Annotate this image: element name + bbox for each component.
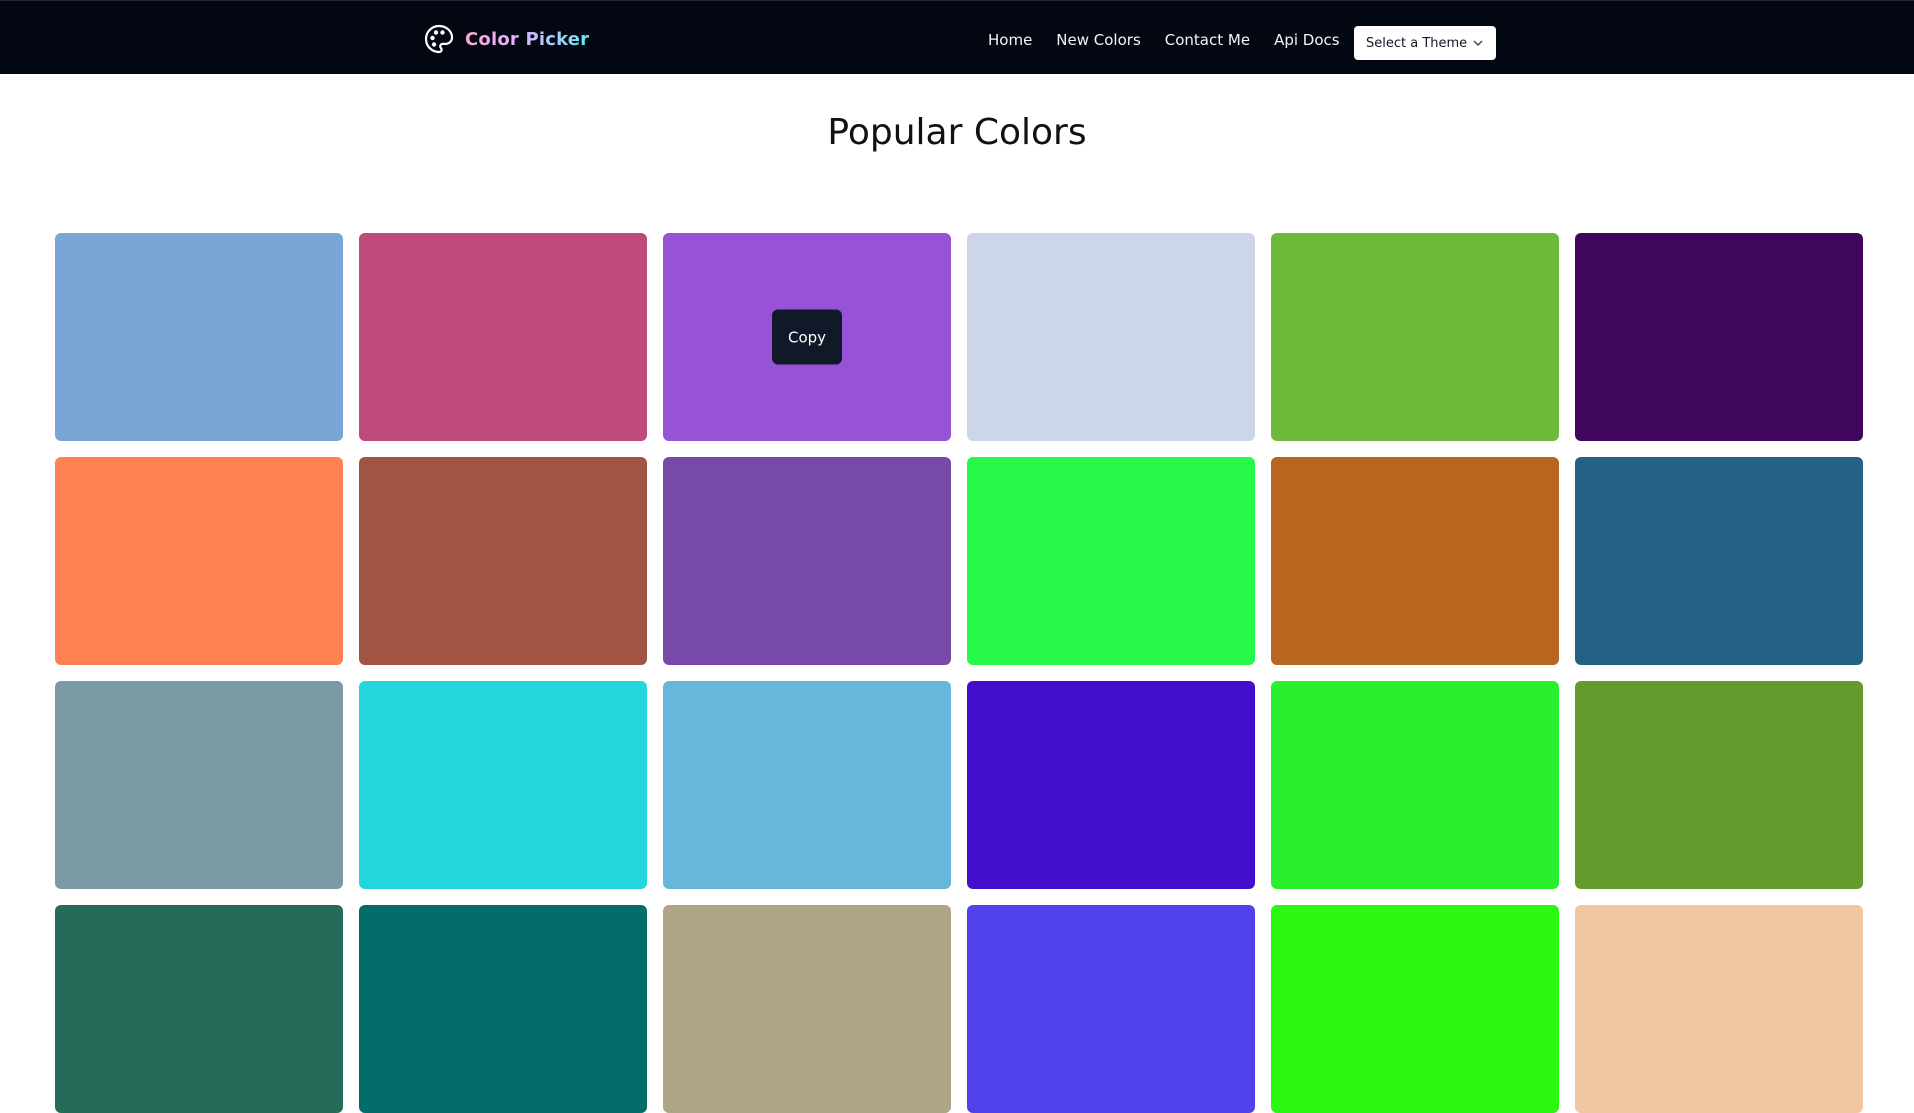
nav-links: Home New Colors Contact Me Api Docs — [988, 31, 1340, 49]
copy-button[interactable]: Copy — [772, 309, 842, 365]
color-swatch[interactable]: Copy — [1575, 457, 1863, 665]
color-swatch[interactable]: Copy — [663, 905, 951, 1113]
color-swatch[interactable]: Copy — [663, 681, 951, 889]
color-swatch[interactable]: Copy — [967, 233, 1255, 441]
color-swatch[interactable]: Copy — [663, 457, 951, 665]
color-swatch[interactable]: Copy — [1575, 681, 1863, 889]
nav-link-new-colors[interactable]: New Colors — [1056, 31, 1140, 49]
nav-link-contact-me[interactable]: Contact Me — [1165, 31, 1250, 49]
brand-name: Color Picker — [465, 28, 590, 50]
nav-link-home[interactable]: Home — [988, 31, 1032, 49]
color-swatch[interactable]: Copy — [55, 233, 343, 441]
color-swatch[interactable]: Copy — [967, 905, 1255, 1113]
color-swatch[interactable]: Copy — [359, 681, 647, 889]
palette-icon — [424, 24, 454, 54]
navbar: Color Picker Home New Colors Contact Me … — [0, 0, 1914, 74]
color-swatch[interactable]: Copy — [359, 905, 647, 1113]
theme-select[interactable]: Select a Theme — [1354, 26, 1496, 60]
color-swatch[interactable]: Copy — [1575, 233, 1863, 441]
color-swatch[interactable]: Copy — [55, 905, 343, 1113]
color-swatch[interactable]: Copy — [967, 681, 1255, 889]
color-swatch[interactable]: Copy — [359, 457, 647, 665]
color-swatch[interactable]: Copy — [55, 681, 343, 889]
color-grid: CopyCopyCopyCopyCopyCopyCopyCopyCopyCopy… — [55, 233, 1863, 1113]
page-title: Popular Colors — [827, 112, 1087, 153]
color-swatch[interactable]: Copy — [359, 233, 647, 441]
color-swatch[interactable]: Copy — [967, 457, 1255, 665]
chevron-down-icon — [1473, 40, 1483, 46]
color-swatch[interactable]: Copy — [1271, 233, 1559, 441]
color-swatch[interactable]: Copy — [1271, 905, 1559, 1113]
color-swatch[interactable]: Copy — [663, 233, 951, 441]
color-swatch[interactable]: Copy — [55, 457, 343, 665]
color-swatch[interactable]: Copy — [1271, 457, 1559, 665]
nav-link-api-docs[interactable]: Api Docs — [1274, 31, 1340, 49]
color-swatch[interactable]: Copy — [1271, 681, 1559, 889]
theme-select-label: Select a Theme — [1366, 35, 1468, 51]
color-swatch[interactable]: Copy — [1575, 905, 1863, 1113]
brand[interactable]: Color Picker — [423, 23, 589, 55]
